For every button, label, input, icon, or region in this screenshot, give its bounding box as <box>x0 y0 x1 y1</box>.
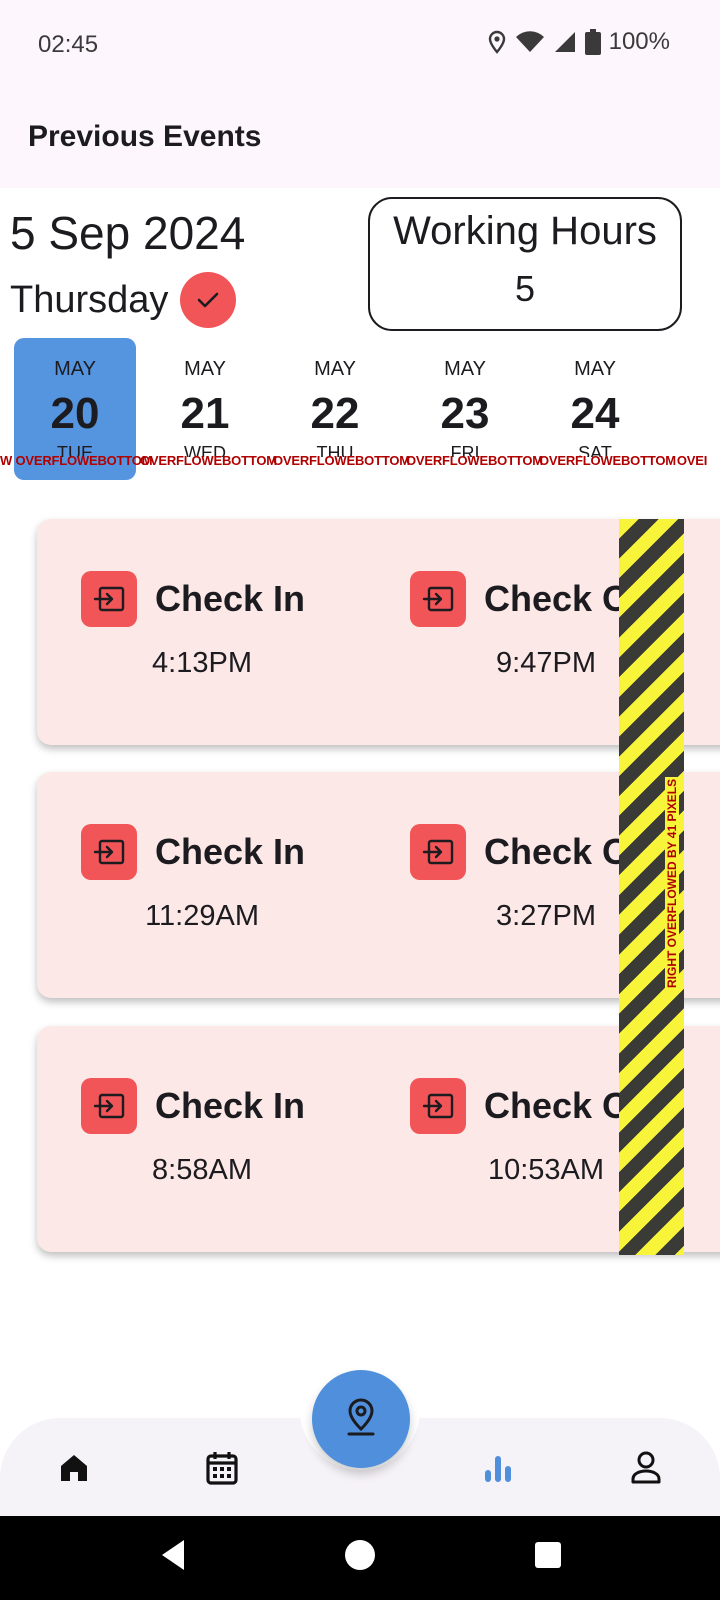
date-day: 23 <box>440 389 490 438</box>
home-button-icon[interactable] <box>344 1538 376 1577</box>
check-in-icon <box>81 1078 137 1134</box>
date-day: 22 <box>310 389 360 438</box>
check-in-icon <box>81 824 137 880</box>
date-month: MAY <box>54 358 96 380</box>
check-in-time: 11:29AM <box>145 900 259 932</box>
event-card[interactable]: Check In 8:58AM Check Out 10:53AM <box>37 1026 720 1252</box>
date-month: MAY <box>184 358 226 380</box>
signal-icon <box>553 30 577 54</box>
check-in-column: Check In 8:58AM <box>81 1078 305 1187</box>
overflow-label: OVERFLOWEBOTTOM <box>273 453 410 468</box>
app-header: 02:45 100% Previous Events <box>0 0 720 188</box>
check-in-column: Check In 4:13PM <box>81 571 305 680</box>
check-out-icon <box>410 824 466 880</box>
calendar-icon <box>206 1451 238 1490</box>
wifi-icon <box>515 30 545 54</box>
back-icon[interactable] <box>158 1538 188 1577</box>
event-card[interactable]: Check In 4:13PM Check Out 9:47PM <box>37 519 720 745</box>
home-icon <box>58 1452 90 1489</box>
overflow-warning-right: RIGHT OVERFLOWED BY 41 PIXELS <box>665 776 679 990</box>
location-fab-button[interactable] <box>312 1370 410 1468</box>
status-time: 02:45 <box>38 31 99 58</box>
nav-profile[interactable] <box>626 1450 666 1490</box>
date-day: 20 <box>50 389 100 438</box>
check-in-label: Check In <box>155 578 306 619</box>
event-card[interactable]: Check In 11:29AM Check Out 3:27PM <box>37 772 720 998</box>
status-icons: 100% <box>487 28 670 56</box>
system-navigation-bar <box>0 1516 720 1600</box>
battery-percent: 100% <box>608 28 670 55</box>
date-month: MAY <box>574 358 616 380</box>
check-in-column: Check In 11:29AM <box>81 824 305 933</box>
location-pin-icon <box>344 1397 378 1442</box>
bar-chart-icon <box>482 1452 514 1489</box>
overflow-label: OVERFLOWEBOTTOM <box>539 453 676 468</box>
overflow-label: OVERFLOWEBOTTOM <box>406 453 543 468</box>
weekday-row: Thursday <box>10 272 237 328</box>
date-day: 21 <box>180 389 230 438</box>
nav-home[interactable] <box>54 1450 94 1490</box>
check-in-time: 4:13PM <box>152 647 252 679</box>
overflow-label: W OVERFLOWEBOTTOM <box>0 453 153 468</box>
check-in-time: 8:58AM <box>152 1154 252 1186</box>
nav-stats[interactable] <box>478 1450 518 1490</box>
overflow-label: OVEI <box>676 453 708 468</box>
profile-icon <box>630 1451 662 1490</box>
recents-icon[interactable] <box>534 1538 562 1577</box>
check-in-label: Check In <box>155 1085 306 1126</box>
check-icon <box>180 272 237 328</box>
working-hours-value: 5 <box>514 268 536 309</box>
check-out-icon <box>410 1078 466 1134</box>
selected-date: 5 Sep 2024 <box>10 207 246 259</box>
nav-calendar[interactable] <box>202 1450 242 1490</box>
date-day: 24 <box>570 389 620 438</box>
date-month: MAY <box>314 358 356 380</box>
overflow-warning-bottom: W OVERFLOWEBOTTOMOVERFLOWEBOTTOMOVERFLOW… <box>0 453 720 469</box>
battery-icon <box>584 29 601 55</box>
working-hours-card: Working Hours 5 <box>368 197 682 331</box>
selected-weekday: Thursday <box>10 278 169 321</box>
date-month: MAY <box>444 358 486 380</box>
working-hours-label: Working Hours <box>393 209 657 253</box>
page-title: Previous Events <box>28 120 262 153</box>
check-in-label: Check In <box>155 831 306 872</box>
check-in-icon <box>81 571 137 627</box>
location-icon <box>487 30 507 54</box>
overflow-label: OVERFLOWEBOTTOM <box>140 453 277 468</box>
check-out-icon <box>410 571 466 627</box>
